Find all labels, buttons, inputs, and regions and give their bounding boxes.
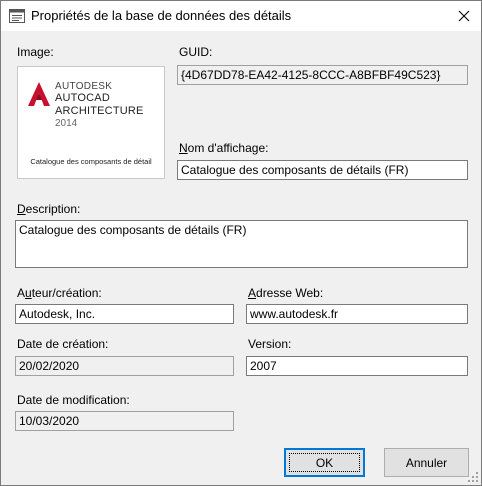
logo-brand: AUTODESK xyxy=(55,81,113,92)
creation-date-field[interactable]: 20/02/2020 xyxy=(15,356,234,376)
version-input[interactable]: 2007 xyxy=(246,356,468,376)
focus-rect xyxy=(289,453,360,472)
web-address-label: Adresse Web: xyxy=(248,286,324,300)
creation-date-label: Date de création: xyxy=(17,337,109,351)
image-label: Image: xyxy=(17,45,54,59)
cancel-button-label: Annuler xyxy=(405,455,448,470)
author-label: Auteur/création: xyxy=(17,286,102,300)
logo-product-line2: ARCHITECTURE xyxy=(55,105,144,117)
dialog-title: Propriétés de la base de données des dét… xyxy=(31,8,292,23)
ok-button[interactable]: OK xyxy=(284,448,365,477)
display-name-input[interactable]: Catalogue des composants de détails (FR) xyxy=(177,160,468,180)
properties-dialog: Propriétés de la base de données des dét… xyxy=(0,0,482,486)
author-input[interactable]: Autodesk, Inc. xyxy=(15,304,234,324)
image-caption: Catalogue des composants de détail xyxy=(30,157,152,166)
cancel-button[interactable]: Annuler xyxy=(384,448,469,477)
close-button[interactable] xyxy=(447,1,481,31)
version-label: Version: xyxy=(248,337,292,351)
dialog-window-icon xyxy=(9,9,25,23)
guid-label: GUID: xyxy=(179,45,213,59)
description-textarea[interactable]: Catalogue des composants de détails (FR) xyxy=(15,220,468,268)
modification-date-label: Date de modification: xyxy=(17,393,130,407)
logo-year: 2014 xyxy=(55,118,78,129)
autocad-logo-icon xyxy=(28,82,50,106)
title-bar[interactable]: Propriétés de la base de données des dét… xyxy=(1,1,481,31)
description-label: Description: xyxy=(17,202,81,216)
display-name-label: Nom d'affichage: xyxy=(179,141,269,155)
close-icon xyxy=(458,10,470,22)
resize-grip-icon[interactable] xyxy=(467,471,479,483)
modification-date-field[interactable]: 10/03/2020 xyxy=(15,411,234,431)
web-address-input[interactable]: www.autodesk.fr xyxy=(246,304,468,324)
catalog-image: AUTODESK AUTOCAD ARCHITECTURE 2014 Catal… xyxy=(17,66,165,179)
logo-product-line1: AUTOCAD xyxy=(55,92,110,104)
guid-field[interactable]: {4D67DD78-EA42-4125-8CCC-A8BFBF49C523} xyxy=(177,65,468,85)
